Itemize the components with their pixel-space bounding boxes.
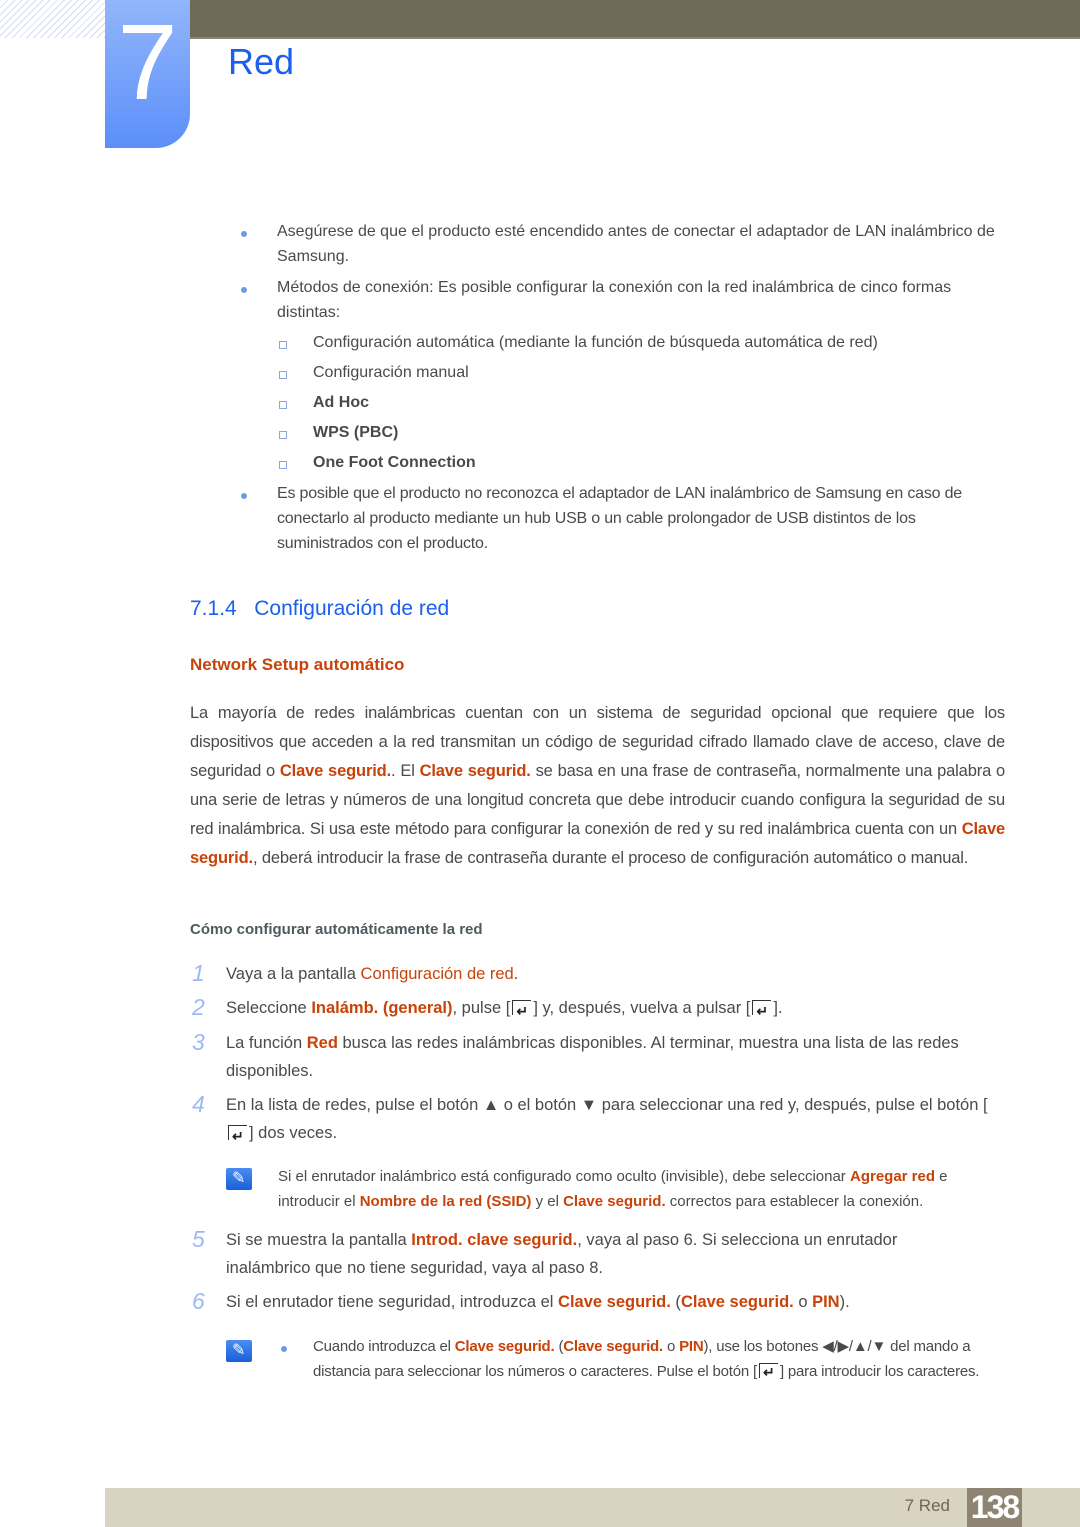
- step-text: La función: [226, 1034, 307, 1052]
- enter-icon: [512, 997, 532, 1025]
- note-entering-key: Cuando introduzca el Clave segurid. (Cla…: [313, 1334, 993, 1385]
- intro-paragraph: La mayoría de redes inalámbricas cuentan…: [190, 699, 1005, 873]
- step-text: Si el enrutador tiene seguridad, introdu…: [226, 1293, 559, 1311]
- term: Clave segurid.: [454, 1338, 555, 1355]
- term: Introd. clave segurid.: [411, 1231, 578, 1249]
- footer-chapter-label: 7 Red: [904, 1496, 950, 1515]
- section-title: Configuración de red: [254, 597, 450, 620]
- method-manual: Configuración manual: [313, 364, 469, 381]
- footer-bar: 7 Red: [105, 1488, 1080, 1527]
- step-text: Si se muestra la pantalla: [226, 1231, 412, 1249]
- bullet-icon: [241, 231, 247, 237]
- corner-hatch-decoration: [0, 0, 105, 38]
- step-number: 4: [192, 1091, 205, 1117]
- step-number: 6: [192, 1288, 205, 1314]
- note-text: ] para introducir los caracteres.: [779, 1363, 980, 1380]
- step-text: ].: [773, 999, 783, 1017]
- note-text: y el: [531, 1193, 564, 1210]
- square-bullet-icon: [279, 401, 287, 409]
- note-text: Cuando introduzca el: [313, 1338, 455, 1355]
- note-text: (: [554, 1338, 564, 1355]
- note-text: o: [663, 1338, 680, 1355]
- note-icon: [226, 1168, 252, 1190]
- bullet-icon: [281, 1346, 287, 1352]
- square-bullet-icon: [279, 431, 287, 439]
- page-number: 138: [967, 1488, 1022, 1527]
- enter-icon: [758, 1360, 778, 1385]
- term: Agregar red: [849, 1168, 936, 1185]
- note-hidden-router: Si el enrutador inalámbrico está configu…: [278, 1164, 1008, 1214]
- section-heading: 7.1.4 Configuración de red: [190, 597, 449, 621]
- howto-heading: Cómo configurar automáticamente la red: [190, 921, 483, 938]
- chapter-number: 7: [117, 1, 178, 122]
- step-number: 2: [192, 994, 205, 1020]
- square-bullet-icon: [279, 341, 287, 349]
- chapter-badge: 7: [105, 0, 190, 148]
- note-text: correctos para establecer la conexión.: [665, 1193, 924, 1210]
- step-text: .: [513, 965, 519, 983]
- step-text: o: [793, 1293, 813, 1311]
- term: Clave segurid.: [563, 1193, 666, 1210]
- step-text: (: [670, 1293, 681, 1311]
- intro-bullet-3: Es posible que el producto no reconozca …: [277, 485, 962, 552]
- method-one-foot: One Foot Connection: [313, 454, 476, 471]
- step-number: 5: [192, 1226, 205, 1252]
- header-bar: [190, 0, 1080, 39]
- subsection-heading: Network Setup automático: [190, 655, 405, 674]
- square-bullet-icon: [279, 371, 287, 379]
- step-6: Si el enrutador tiene seguridad, introdu…: [226, 1288, 1006, 1316]
- enter-icon: [752, 997, 772, 1025]
- step-1: Vaya a la pantalla Configuración de red.: [226, 960, 1006, 988]
- method-wps: WPS (PBC): [313, 424, 399, 441]
- step-3: La función Red busca las redes inalámbri…: [226, 1029, 1006, 1085]
- intro-bullet-2: Métodos de conexión: Es posible configur…: [277, 279, 952, 321]
- step-text: ] dos veces.: [249, 1124, 338, 1142]
- term: Clave segurid.: [680, 1293, 794, 1311]
- step-text: Vaya a la pantalla: [226, 965, 361, 983]
- square-bullet-icon: [279, 461, 287, 469]
- term-clave: Clave segurid.: [279, 762, 392, 780]
- step-text: ).: [839, 1293, 850, 1311]
- bullet-icon: [241, 287, 247, 293]
- note-icon: [226, 1340, 252, 1362]
- term: Clave segurid.: [558, 1293, 671, 1311]
- para-text: . El: [391, 762, 420, 780]
- step-number: 3: [192, 1029, 205, 1055]
- step-5: Si se muestra la pantalla Introd. clave …: [226, 1226, 946, 1282]
- intro-bullet-1: Asegúrese de que el producto esté encend…: [277, 223, 995, 265]
- step-number: 1: [192, 960, 205, 986]
- para-text: , deberá introducir la frase de contrase…: [252, 849, 969, 867]
- term-clave: Clave segurid.: [419, 762, 531, 780]
- term: Nombre de la red (SSID): [359, 1193, 532, 1210]
- step-text: En la lista de redes, pulse el botón ▲ o…: [226, 1096, 988, 1114]
- section-number: 7.1.4: [190, 597, 237, 620]
- method-auto: Configuración automática (mediante la fu…: [313, 334, 878, 351]
- term: Red: [306, 1034, 338, 1052]
- term: Configuración de red: [360, 965, 514, 983]
- term: PIN: [812, 1293, 840, 1311]
- term: Clave segurid.: [563, 1338, 663, 1355]
- step-2: Seleccione Inalámb. (general), pulse [ ] …: [226, 994, 1006, 1025]
- step-text: ] y, después, vuelva a pulsar [: [533, 999, 751, 1017]
- term: PIN: [679, 1338, 704, 1355]
- chapter-title: Red: [228, 41, 295, 82]
- step-4: En la lista de redes, pulse el botón ▲ o…: [226, 1091, 996, 1150]
- enter-icon: [228, 1122, 247, 1150]
- note-text: Si el enrutador inalámbrico está configu…: [278, 1168, 850, 1185]
- term: Inalámb. (general): [311, 999, 453, 1017]
- bullet-icon: [241, 493, 247, 499]
- step-text: , pulse [: [452, 999, 511, 1017]
- method-adhoc: Ad Hoc: [313, 394, 369, 411]
- step-text: Seleccione: [226, 999, 312, 1017]
